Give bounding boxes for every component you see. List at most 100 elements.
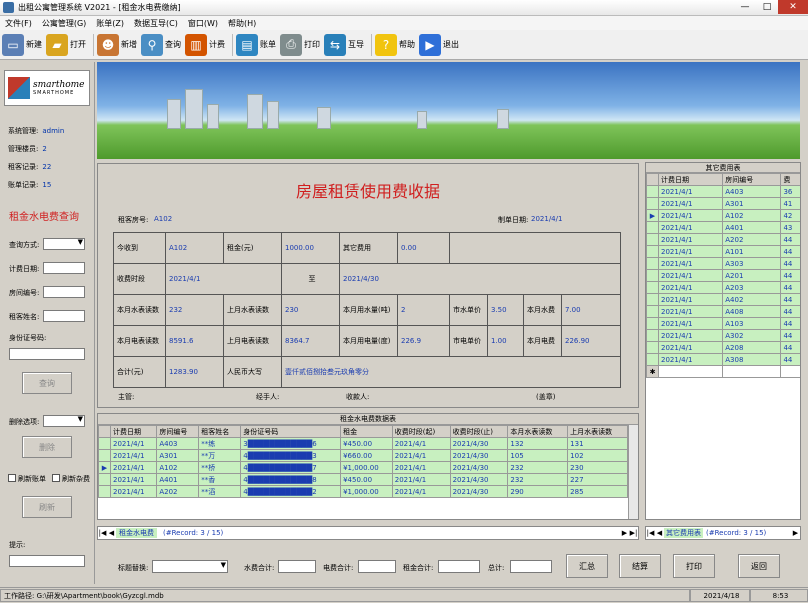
grid-cell[interactable]: ¥450.00 — [340, 437, 393, 450]
new-row[interactable]: ✱ — [646, 365, 800, 378]
grid-cell[interactable]: 2021/4/30 — [449, 461, 509, 474]
other-fees-grid[interactable]: 其它费用表 计费日期 房间编号费 2021/4/1 A403 36 2021/4/1 A30… — [645, 162, 801, 520]
grid-cell[interactable]: 2021/4/30 — [449, 485, 509, 498]
row-indicator[interactable] — [98, 485, 111, 498]
grid-cell[interactable]: A102 — [722, 209, 782, 222]
grid-cell[interactable]: 2021/4/1 — [657, 245, 724, 258]
grid-cell[interactable]: 131 — [567, 437, 628, 450]
toolbar-add-user-button[interactable]: ☻ 新增 — [97, 33, 137, 56]
grid-cell[interactable]: ¥1,000.00 — [340, 485, 393, 498]
grid-cell[interactable]: 2021/4/1 — [391, 449, 451, 462]
row-indicator[interactable] — [646, 221, 659, 234]
grid-cell[interactable]: 2021/4/1 — [391, 473, 451, 486]
grid-cell[interactable]: 230 — [567, 461, 628, 474]
table-row[interactable]: 2021/4/1 A403 **练 3████████████6 ¥450.00 2021… — [98, 437, 628, 450]
grid-header-cell[interactable]: 房间编号 — [722, 173, 782, 186]
row-indicator[interactable] — [646, 293, 659, 306]
grid-cell[interactable]: ¥660.00 — [340, 449, 393, 462]
grid-cell[interactable]: **香 — [198, 473, 242, 486]
summary-button[interactable]: 汇总 — [566, 554, 608, 578]
grid-header-cell[interactable]: 费 — [780, 173, 800, 186]
table-row[interactable]: 2021/4/1 A202 44 — [646, 233, 800, 246]
grid-cell[interactable]: 2021/4/1 — [391, 437, 451, 450]
table-row[interactable]: 2021/4/1 A401 **香 4████████████8 ¥450.00 2021… — [98, 473, 628, 486]
grid-cell[interactable]: A301 — [156, 449, 200, 462]
row-indicator[interactable] — [646, 305, 659, 318]
first-record-button[interactable]: |◀ — [646, 527, 655, 539]
grid-cell[interactable]: 4████████████7 — [240, 461, 342, 474]
table-row[interactable]: 2021/4/1 A103 44 — [646, 317, 800, 330]
grid-cell[interactable]: 2021/4/1 — [657, 317, 724, 330]
grid-cell[interactable]: 44 — [780, 257, 800, 270]
table-row[interactable]: ▶ 2021/4/1 A102 **桥 4████████████7 ¥1,000.00 2… — [98, 461, 628, 474]
table-row[interactable]: 2021/4/1 A203 44 — [646, 281, 800, 294]
grid-cell[interactable]: 232 — [507, 461, 569, 474]
toolbar-help-button[interactable]: ? 帮助 — [375, 33, 415, 56]
water-total-input[interactable] — [278, 560, 316, 573]
refresh-button[interactable]: 刷新 — [22, 496, 72, 518]
grid-cell[interactable]: 2021/4/30 — [449, 449, 509, 462]
grid-cell[interactable]: 42 — [780, 209, 800, 222]
row-indicator[interactable] — [646, 317, 659, 330]
grid-header-cell[interactable]: 计费日期 — [657, 173, 724, 186]
grid-cell[interactable]: A402 — [722, 293, 782, 306]
table-row[interactable]: 2021/4/1 A401 43 — [646, 221, 800, 234]
grid-header-cell[interactable]: 租金 — [340, 425, 393, 438]
grid-cell[interactable]: 2021/4/1 — [109, 473, 158, 486]
first-record-button[interactable]: |◀ — [98, 527, 107, 539]
maximize-button[interactable]: □ — [756, 0, 778, 14]
grid-cell[interactable]: A408 — [722, 305, 782, 318]
grid-cell[interactable]: 290 — [507, 485, 569, 498]
grid-cell[interactable]: 2021/4/1 — [657, 257, 724, 270]
settle-button[interactable]: 结算 — [619, 554, 661, 578]
grid-cell[interactable] — [780, 365, 800, 378]
menu-file[interactable]: 文件(F) — [0, 18, 37, 29]
refresh-misc-checkbox[interactable] — [52, 474, 60, 482]
table-row[interactable]: ▶ 2021/4/1 A102 42 — [646, 209, 800, 222]
query-mode-select[interactable]: ▼ — [43, 238, 85, 250]
print-button[interactable]: 打印 — [673, 554, 715, 578]
grid-cell[interactable]: 44 — [780, 353, 800, 366]
row-indicator[interactable] — [646, 257, 659, 270]
grid-cell[interactable]: 2021/4/30 — [449, 437, 509, 450]
grid-cell[interactable]: 2021/4/1 — [391, 461, 451, 474]
menu-window[interactable]: 窗口(W) — [183, 18, 223, 29]
table-row[interactable]: 2021/4/1 A208 44 — [646, 341, 800, 354]
toolbar-exit-button[interactable]: ▶ 退出 — [419, 33, 459, 56]
grid-cell[interactable]: 44 — [780, 233, 800, 246]
menu-apartment[interactable]: 公寓管理(G) — [37, 18, 91, 29]
grid-cell[interactable]: ¥450.00 — [340, 473, 393, 486]
rent-utility-grid[interactable]: 租金水电费数据表 计费日期 房间编号 租客姓名 身份证号码 租金 收费时段(起) 收费时段(… — [97, 413, 639, 520]
row-indicator[interactable] — [646, 281, 659, 294]
toolbar-printer-button[interactable]: ⎙ 打印 — [280, 33, 320, 56]
grid-cell[interactable]: 2021/4/1 — [109, 437, 158, 450]
grid-cell[interactable]: 2021/4/1 — [391, 485, 451, 498]
grid-cell[interactable]: A101 — [722, 245, 782, 258]
grid-cell[interactable]: A203 — [722, 281, 782, 294]
prev-record-button[interactable]: ◀ — [107, 527, 116, 539]
table-row[interactable]: 2021/4/1 A202 **滔 4████████████2 ¥1,000.00 20… — [98, 485, 628, 498]
minimize-button[interactable]: — — [734, 0, 756, 14]
grid-cell[interactable]: 2021/4/1 — [109, 485, 158, 498]
grid-cell[interactable]: 2021/4/1 — [109, 449, 158, 462]
grid-cell[interactable]: A401 — [722, 221, 782, 234]
grid-cell[interactable]: A403 — [156, 437, 200, 450]
grid-cell[interactable]: 3████████████6 — [240, 437, 342, 450]
grid-cell[interactable]: **桥 — [198, 461, 242, 474]
toolbar-bill-button[interactable]: ▤ 账单 — [236, 33, 276, 56]
table-row[interactable]: 2021/4/1 A402 44 — [646, 293, 800, 306]
row-indicator[interactable] — [98, 449, 111, 462]
grid-header-cell[interactable]: 租客姓名 — [198, 425, 242, 438]
grid-cell[interactable]: 44 — [780, 329, 800, 342]
grid-cell[interactable]: A208 — [722, 341, 782, 354]
grid-cell[interactable]: 4████████████8 — [240, 473, 342, 486]
grid-cell[interactable]: 44 — [780, 305, 800, 318]
grid-cell[interactable]: 4████████████3 — [240, 449, 342, 462]
row-indicator[interactable] — [98, 437, 111, 450]
replace-title-select[interactable]: ▼ — [152, 560, 228, 573]
menu-bill[interactable]: 账单(Z) — [91, 18, 129, 29]
grid-cell[interactable]: 2021/4/1 — [657, 305, 724, 318]
grid-cell[interactable]: 44 — [780, 245, 800, 258]
grid-cell[interactable]: 44 — [780, 317, 800, 330]
grid-cell[interactable]: 36 — [780, 185, 800, 198]
